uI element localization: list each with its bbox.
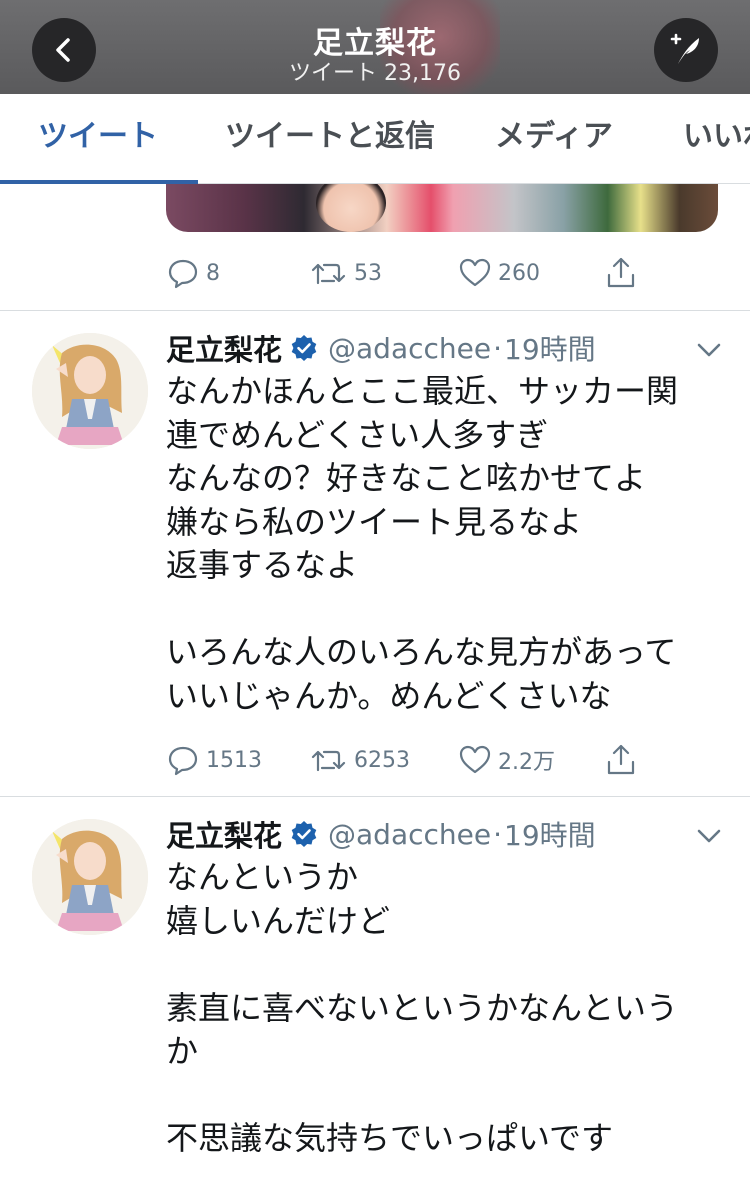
display-name[interactable]: 足立梨花	[166, 813, 282, 855]
verified-badge-icon	[291, 821, 317, 847]
tweet-header: 足立梨花 @adacchee · 19時間	[166, 814, 596, 854]
tab-likes[interactable]: いいね	[683, 94, 750, 183]
tweet-count: ツイート 23,176	[289, 61, 461, 86]
share-icon	[607, 257, 635, 288]
reply-icon	[168, 746, 198, 776]
retweet-button[interactable]: 53	[310, 253, 382, 293]
chevron-down-icon[interactable]	[696, 340, 722, 360]
tab-tweets-and-replies[interactable]: ツイートと返信	[225, 94, 435, 183]
share-icon	[607, 744, 635, 775]
chevron-down-icon[interactable]	[696, 826, 722, 846]
profile-tabs: ツイート ツイートと返信 メディア いいね	[0, 94, 750, 184]
tweet-text: なんかほんとここ最近、サッカー関 連でめんどくさい人多すぎ なんなの？好きなこと…	[166, 372, 679, 715]
retweet-icon	[311, 750, 346, 772]
retweet-count: 6253	[354, 747, 410, 773]
reply-count: 8	[206, 260, 220, 286]
user-handle[interactable]: @adacchee	[328, 332, 491, 365]
heart-icon	[459, 258, 491, 287]
avatar-illustration	[32, 819, 148, 935]
like-count: 2.2万	[498, 750, 555, 775]
retweet-icon	[311, 263, 346, 285]
tweet-divider	[0, 796, 750, 797]
reply-icon	[168, 259, 198, 289]
tab-tweets[interactable]: ツイート	[38, 94, 158, 183]
tweet-divider	[0, 310, 750, 311]
like-button[interactable]: 2.2万	[458, 740, 555, 780]
prev-tweet-actions: 8 53 260	[166, 253, 726, 293]
share-button[interactable]	[604, 253, 638, 293]
separator-dot: ·	[493, 331, 502, 365]
profile-header: 足立梨花 ツイート 23,176	[0, 0, 750, 94]
user-handle[interactable]: @adacchee	[328, 818, 491, 851]
retweet-button[interactable]: 6253	[310, 740, 410, 780]
display-name[interactable]: 足立梨花	[166, 327, 282, 369]
tab-media[interactable]: メディア	[495, 94, 613, 183]
avatar-illustration	[32, 333, 148, 449]
share-button[interactable]	[604, 740, 638, 780]
avatar[interactable]	[32, 819, 148, 935]
avatar[interactable]	[32, 333, 148, 449]
tweet-actions: 1513 6253 2.2万	[166, 740, 726, 780]
compose-tweet-button[interactable]	[654, 18, 718, 82]
reply-button[interactable]: 1513	[166, 740, 262, 780]
heart-icon	[459, 745, 491, 774]
tweet-timestamp[interactable]: 19時間	[504, 814, 596, 854]
like-button[interactable]: 260	[458, 253, 540, 293]
tweet-header: 足立梨花 @adacchee · 19時間	[166, 328, 596, 368]
verified-badge-icon	[291, 335, 317, 361]
reply-count: 1513	[206, 747, 262, 773]
tweet-media-image[interactable]	[166, 184, 718, 232]
tweet-timestamp[interactable]: 19時間	[504, 328, 596, 368]
like-count: 260	[498, 260, 540, 286]
retweet-count: 53	[354, 260, 382, 286]
photo-face	[316, 184, 386, 232]
compose-feather-icon	[670, 33, 699, 64]
reply-button[interactable]: 8	[166, 253, 220, 293]
tweet-text: なんというか 嬉しいんだけど 素直に喜べないというかなんという か 不思議な気持…	[166, 858, 679, 1157]
separator-dot: ·	[493, 817, 502, 851]
